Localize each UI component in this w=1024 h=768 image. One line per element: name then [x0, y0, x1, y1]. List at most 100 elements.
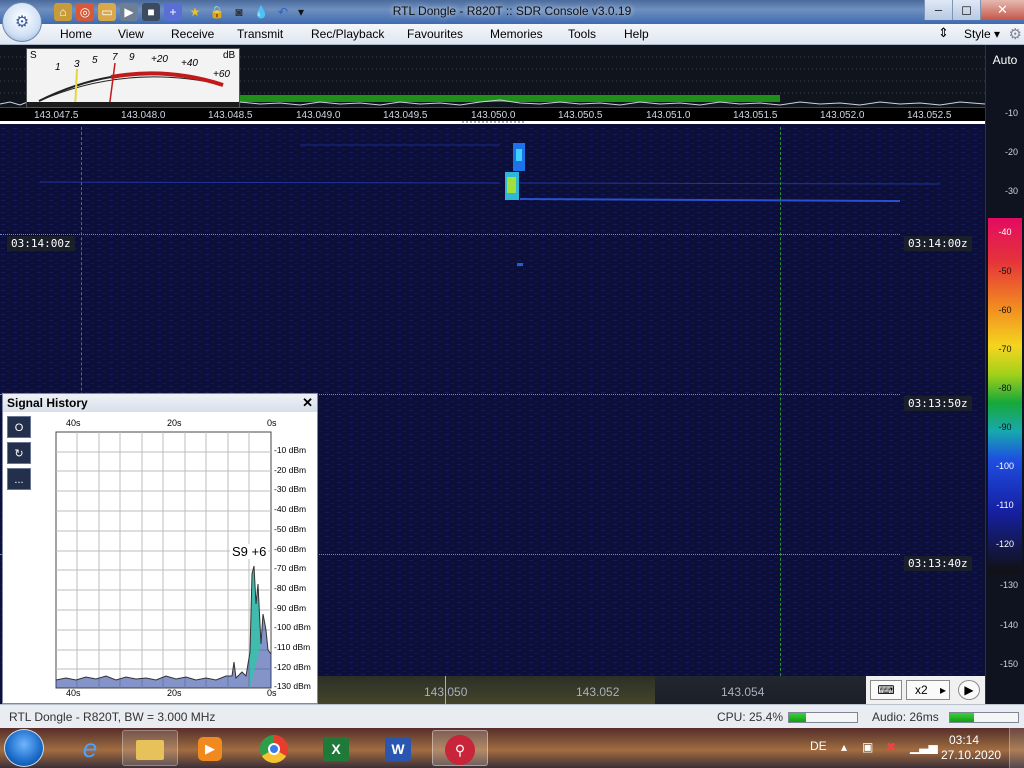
tab-rec-playback[interactable]: Rec/Playback: [311, 27, 384, 41]
level-tick: -100: [995, 461, 1014, 471]
title-bar: ⚙ ⌂ ◎ ▭ ▶ ■ + ★ 🔒 ◙ 💧 ↶ ▾ RTL Dongle - R…: [0, 0, 1024, 42]
show-desktop-button[interactable]: [1009, 728, 1024, 768]
window-title: RTL Dongle - R820T :: SDR Console v3.0.1…: [392, 4, 632, 18]
word-icon[interactable]: W: [370, 730, 426, 766]
s-meter: S dB 1 3 5 7 9 +20 +40 +60: [26, 48, 240, 108]
sdr-console-icon[interactable]: ⚲: [432, 730, 488, 766]
options-button[interactable]: ...: [7, 468, 31, 490]
media-icon[interactable]: ▶: [182, 730, 238, 766]
s-scale-3: 3: [74, 59, 80, 70]
signal-history-plot: 40s 20s 0s 40s 20s 0s -10 dBm -20 dBm -3…: [36, 414, 316, 701]
tab-view[interactable]: View: [118, 27, 144, 41]
cpu-status: CPU: 25.4%: [717, 710, 784, 724]
level-tick: -60: [998, 305, 1012, 315]
time-label: 20s: [167, 418, 182, 428]
s-label: S: [30, 50, 37, 61]
maximize-icon[interactable]: ◻: [952, 0, 980, 20]
network-offline-icon[interactable]: ✖: [886, 740, 896, 754]
window-controls: – ◻ ✕: [924, 0, 1024, 20]
forward-circle-icon[interactable]: ▶: [958, 680, 980, 700]
db-label: dB: [223, 50, 236, 61]
excel-icon[interactable]: X: [308, 730, 364, 766]
style-arrows-icon[interactable]: ⇕: [938, 25, 949, 41]
freq-label: 143.051.0: [646, 110, 691, 121]
freq-label: 143.050.5: [558, 110, 603, 121]
ie-icon[interactable]: e: [62, 730, 118, 766]
time-gridline: [0, 234, 900, 235]
db-scale-60: +60: [213, 69, 230, 80]
audio-meter-fill: [950, 713, 974, 722]
clock-time: 03:14: [948, 733, 980, 747]
filter-edge-right: [780, 127, 781, 676]
level-tick: -20: [1004, 147, 1018, 157]
tab-tools[interactable]: Tools: [568, 27, 596, 41]
dbm-label: -70 dBm: [274, 563, 307, 574]
tab-transmit[interactable]: Transmit: [237, 27, 283, 41]
waterfall-color-scale[interactable]: -40 -50 -60 -70 -80 -90 -100 -110 -120: [988, 218, 1022, 573]
dbm-axis: -10 dBm -20 dBm -30 dBm -40 dBm -50 dBm …: [274, 441, 311, 697]
dbm-label: -10 dBm: [274, 445, 307, 455]
refresh-button[interactable]: ↻: [7, 442, 31, 464]
audio-status: Audio: 26ms: [872, 710, 939, 724]
frequency-axis[interactable]: 143.047.5 143.048.0 143.048.5 143.049.0 …: [0, 108, 985, 124]
dbm-label: -120 dBm: [274, 661, 311, 672]
timestamp-right: 03:13:50z: [904, 396, 972, 411]
level-tick: -120: [995, 539, 1014, 549]
system-clock[interactable]: 03:14 27.10.2020: [941, 733, 1002, 763]
play-arrow-icon: ▸: [939, 683, 946, 697]
s-scale-9: 9: [129, 52, 135, 63]
cpu-meter: [788, 712, 858, 723]
tab-memories[interactable]: Memories: [490, 27, 543, 41]
signal-history-toolbar: O ↻ ...: [7, 416, 33, 506]
explorer-icon[interactable]: [122, 730, 178, 766]
timestamp-right: 03:14:00z: [904, 236, 972, 251]
time-label: 20s: [167, 688, 182, 698]
style-menu[interactable]: Style ▾: [964, 27, 1000, 41]
auto-button[interactable]: Auto: [986, 48, 1024, 72]
freq-label: 143.050.0: [471, 110, 516, 121]
status-bar: RTL Dongle - R820T, BW = 3.000 MHz CPU: …: [0, 704, 1024, 728]
close-icon[interactable]: ✕: [980, 0, 1024, 20]
chrome-icon[interactable]: [246, 730, 302, 766]
device-icon[interactable]: ▣: [862, 740, 873, 754]
dbm-label: -80 dBm: [274, 582, 307, 593]
level-tick: -10: [1004, 108, 1018, 118]
keyboard-icon[interactable]: ⌨: [870, 680, 902, 700]
tab-favourites[interactable]: Favourites: [407, 27, 463, 41]
freq-label: 143.047.5: [34, 110, 79, 121]
time-label: 0s: [267, 418, 277, 428]
resize-handle[interactable]: [462, 121, 524, 123]
tab-receive[interactable]: Receive: [171, 27, 214, 41]
signal-history-title[interactable]: Signal History ✕: [3, 394, 317, 412]
freq-label: 143.052.0: [820, 110, 865, 121]
app-logo-icon: ⚙: [14, 14, 30, 31]
tab-help[interactable]: Help: [624, 27, 649, 41]
s-scale-1: 1: [55, 62, 61, 73]
clock-date: 27.10.2020: [941, 748, 1002, 762]
signal-history-panel: Signal History ✕ O ↻ ... 40s 20s 0s 40s: [2, 393, 318, 704]
sdr-console-window: ⚙ ⌂ ◎ ▭ ▶ ■ + ★ 🔒 ◙ 💧 ↶ ▾ RTL Dongle - R…: [0, 0, 1024, 768]
application-menu-button[interactable]: ⚙: [2, 2, 42, 42]
language-indicator[interactable]: DE: [810, 739, 827, 753]
cpu-meter-fill: [789, 713, 806, 722]
spectrum-display[interactable]: S dB 1 3 5 7 9 +20 +40 +60: [0, 45, 985, 108]
level-tick: -50: [998, 266, 1012, 276]
close-icon[interactable]: ✕: [302, 395, 313, 411]
show-hidden-icons-icon[interactable]: ▴: [841, 740, 847, 754]
db-scale-40: +40: [181, 58, 198, 69]
tab-home[interactable]: Home: [60, 27, 92, 41]
level-tick: -150: [999, 659, 1018, 669]
level-tick: -110: [996, 500, 1014, 510]
reset-button[interactable]: O: [7, 416, 31, 438]
panel-title: Signal History: [7, 396, 88, 410]
freq-label: 143.048.5: [208, 110, 253, 121]
bandplan-strip[interactable]: 143.050 143.052 143.054: [318, 676, 866, 704]
level-tick: -40: [998, 227, 1012, 237]
gear-icon[interactable]: ⚙: [1009, 25, 1022, 43]
signal-strength-icon[interactable]: ▁▃▅: [910, 740, 938, 754]
dbm-label: -90 dBm: [274, 602, 307, 613]
level-tick: -140: [999, 620, 1018, 630]
minimize-icon[interactable]: –: [924, 0, 952, 20]
start-button[interactable]: [4, 729, 44, 767]
zoom-button[interactable]: x2 ▸: [906, 680, 950, 700]
